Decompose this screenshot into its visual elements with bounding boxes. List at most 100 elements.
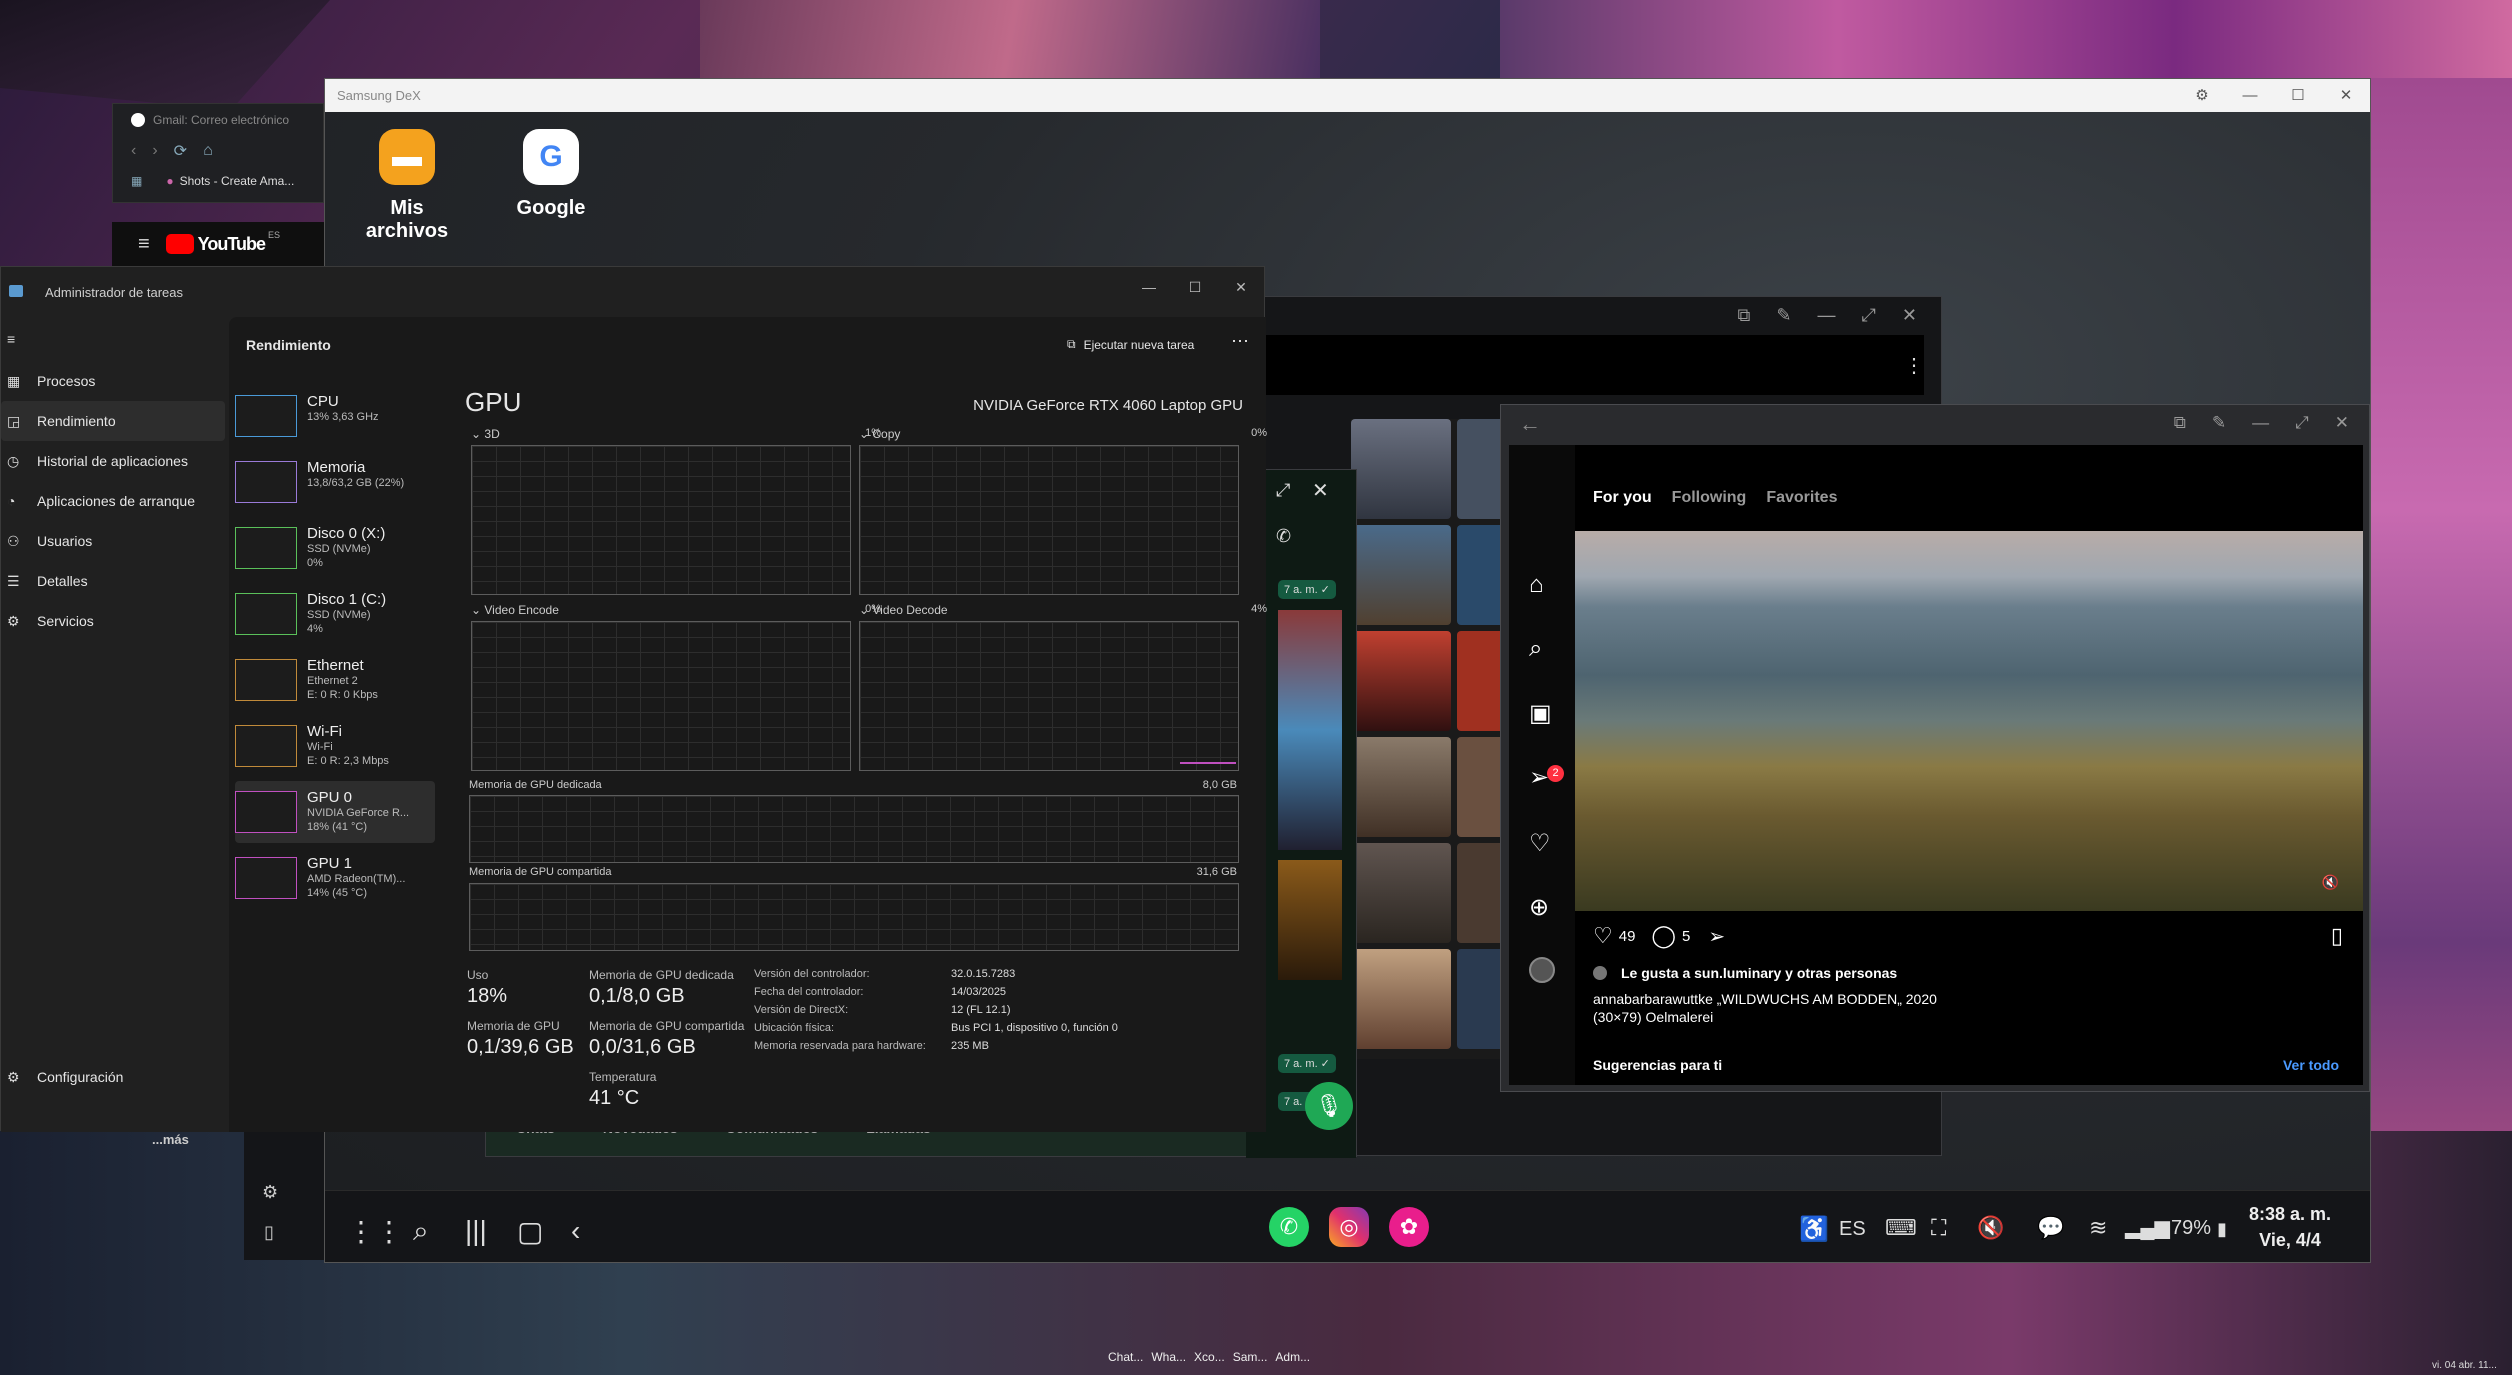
tab-favorites[interactable]: Favorites (1766, 489, 1837, 507)
nav-configuracion[interactable]: ⚙ Configuración (1, 1057, 229, 1097)
gallery-thumb[interactable] (1457, 419, 1505, 519)
expand-icon[interactable]: ⤢ (1276, 480, 1290, 501)
home-icon[interactable]: ▢ (517, 1215, 543, 1248)
gallery-thumb[interactable] (1351, 949, 1451, 1049)
phone-device-icon[interactable]: ▯ (264, 1222, 274, 1243)
gallery-thumb[interactable] (1351, 525, 1451, 625)
mic-button[interactable]: 🎙 (1305, 1082, 1353, 1130)
youtube-logo[interactable]: YouTube (198, 234, 266, 255)
engine-encode-label[interactable]: ⌄ Video Encode (471, 603, 559, 617)
nav-servicios[interactable]: ⚙ Servicios (1, 601, 229, 641)
taskbar-item[interactable]: Wha... (1151, 1350, 1186, 1364)
taskbar-item[interactable]: Chat... (1108, 1350, 1143, 1364)
notification-icon[interactable]: 💬 (2037, 1215, 2064, 1241)
chat-image[interactable] (1278, 860, 1342, 980)
apps-grid-icon[interactable]: ▦ (131, 174, 142, 188)
settings-icon[interactable]: ⚙ (262, 1182, 278, 1203)
taskbar-item[interactable]: Sam... (1233, 1350, 1268, 1364)
engine-3d-label[interactable]: ⌄ 3D (471, 427, 500, 441)
flower-app-icon[interactable]: ✿ (1389, 1207, 1429, 1247)
dex-clock[interactable]: 8:38 a. m. Vie, 4/4 (2249, 1201, 2331, 1253)
resource-item-gpu-0[interactable]: GPU 0 NVIDIA GeForce R... 18% (41 °C) (235, 781, 435, 843)
bookmark-item[interactable]: Shots - Create Ama... (180, 174, 295, 188)
minimize-button[interactable]: — (1126, 279, 1172, 296)
maximize-button[interactable]: ☐ (2274, 79, 2322, 112)
direct-icon[interactable]: ➢ (1529, 763, 1549, 792)
keyboard-icon[interactable]: ⌨ (1885, 1215, 1917, 1241)
minimize-button[interactable]: — (2252, 413, 2269, 433)
more-options-icon[interactable]: ⋮ (1904, 353, 1924, 378)
taskbar-item[interactable]: Adm... (1275, 1350, 1310, 1364)
share-icon[interactable]: ➢ (1708, 924, 1725, 949)
like-icon[interactable]: ♡ (1593, 923, 1613, 949)
mute-icon[interactable]: 🔇 (1977, 1215, 2004, 1241)
gallery-thumb[interactable] (1457, 949, 1505, 1049)
resource-item-ethernet[interactable]: Ethernet Ethernet 2 E: 0 R: 0 Kbps (235, 649, 435, 711)
instagram-icon[interactable]: ◎ (1329, 1207, 1369, 1247)
split-icon[interactable]: ⧉ (1738, 305, 1751, 326)
whatsapp-icon[interactable]: ✆ (1269, 1207, 1309, 1247)
resource-item-cpu[interactable]: CPU 13% 3,63 GHz (235, 385, 435, 447)
close-button[interactable]: ✕ (1312, 478, 1329, 503)
settings-icon[interactable]: ⚙ (2178, 79, 2226, 112)
close-button[interactable]: ✕ (2335, 413, 2349, 433)
close-button[interactable]: ✕ (1218, 279, 1264, 296)
resource-item-disco-1-c[interactable]: Disco 1 (C:) SSD (NVMe) 4% (235, 583, 435, 645)
bookmark-icon[interactable]: ▯ (2331, 923, 2343, 949)
reload-icon[interactable]: ⟳ (174, 141, 187, 161)
close-button[interactable]: ✕ (1902, 305, 1917, 326)
avatar[interactable] (1529, 957, 1555, 983)
split-icon[interactable]: ⧉ (2174, 413, 2186, 433)
see-all-link[interactable]: Ver todo (2283, 1057, 2339, 1073)
gallery-thumb[interactable] (1351, 843, 1451, 943)
forward-icon[interactable]: › (152, 142, 157, 160)
task-manager-title-bar[interactable]: Administrador de tareas — ☐ ✕ (1, 267, 1264, 317)
resource-item-wi-fi[interactable]: Wi-Fi Wi-Fi E: 0 R: 2,3 Mbps (235, 715, 435, 777)
nav-rendimiento[interactable]: ◲ Rendimiento (1, 401, 225, 441)
minimize-button[interactable]: — (1818, 305, 1836, 326)
hamburger-menu[interactable]: ≡ (1, 317, 229, 361)
engine-decode-label[interactable]: ⌄ Video Decode (859, 603, 948, 617)
post-image[interactable]: 🔇 (1575, 531, 2363, 911)
gallery-thumb[interactable] (1351, 737, 1451, 837)
engine-copy-label[interactable]: ⌄ Copy (859, 427, 900, 441)
youtube-window[interactable]: ≡ YouTube ES (112, 222, 324, 266)
comment-icon[interactable]: ◯ (1651, 923, 1676, 949)
recents-icon[interactable]: ||| (465, 1215, 487, 1247)
expand-icon[interactable]: ⤢ (1862, 305, 1876, 326)
chat-image[interactable] (1278, 610, 1342, 850)
nav-detalles[interactable]: ☰ Detalles (1, 561, 229, 601)
nav-historial[interactable]: ◷ Historial de aplicaciones (1, 441, 229, 481)
home-icon[interactable]: ⌂ (1529, 571, 1544, 599)
chrome-tab-title[interactable]: Gmail: Correo electrónico (153, 113, 289, 127)
gallery-thumb[interactable] (1351, 631, 1451, 731)
dex-taskbar[interactable]: ⋮⋮ ⌕ ||| ▢ ‹ ✆ ◎ ✿ ♿ ES ⌨ ⛶ 🔇 💬 ≋ ▂▄▆ 79… (325, 1190, 2370, 1262)
dex-title-bar[interactable]: Samsung DeX ⚙ — ☐ ✕ (325, 79, 2370, 112)
home-icon[interactable]: ⌂ (203, 142, 213, 160)
nav-usuarios[interactable]: ⚇ Usuarios (1, 521, 229, 561)
search-icon[interactable]: ⌕ (1529, 635, 1542, 663)
maximize-button[interactable]: ☐ (1172, 279, 1218, 296)
accessibility-icon[interactable]: ♿ (1799, 1215, 1829, 1244)
back-icon[interactable]: ← (1519, 411, 1541, 437)
nav-arranque[interactable]: ◔ Aplicaciones de arranque (1, 481, 229, 521)
more-options-icon[interactable]: ⋯ (1231, 331, 1249, 352)
resource-item-gpu-1[interactable]: GPU 1 AMD Radeon(TM)... 14% (45 °C) (235, 847, 435, 909)
run-new-task-button[interactable]: ⧉ Ejecutar nueva tarea (1067, 337, 1194, 352)
language-indicator[interactable]: ES (1839, 1218, 1866, 1241)
pin-icon[interactable]: ✎ (1776, 305, 1791, 326)
reels-icon[interactable]: ▣ (1529, 699, 1552, 728)
apps-grid-icon[interactable]: ⋮⋮ (347, 1215, 403, 1248)
screenshot-icon[interactable]: ⛶ (1931, 1215, 1946, 1241)
gallery-thumb[interactable] (1457, 737, 1505, 837)
desktop-icon-files[interactable]: ▬ Mis archivos (347, 129, 467, 243)
back-icon[interactable]: ‹ (571, 1215, 580, 1247)
create-icon[interactable]: ⊕ (1529, 893, 1549, 922)
mute-icon[interactable]: 🔇 (2322, 874, 2339, 891)
taskbar-item[interactable]: Xco... (1194, 1350, 1225, 1364)
menu-icon[interactable]: ≡ (138, 233, 150, 256)
youtube-more[interactable]: ...más (152, 1132, 189, 1147)
nav-procesos[interactable]: ▦ Procesos (1, 361, 229, 401)
chrome-window[interactable]: Gmail: Correo electrónico ‹ › ⟳ ⌂ ▦ ● Sh… (112, 103, 324, 203)
tab-following[interactable]: Following (1672, 489, 1747, 507)
